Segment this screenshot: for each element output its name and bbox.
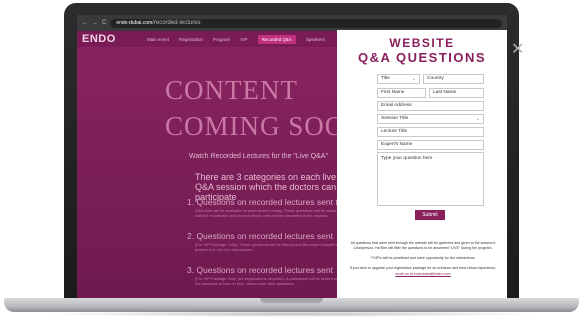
vip-note: **VIP's will be prioritized and have opp… xyxy=(370,256,476,260)
nav-item-main-event[interactable]: Main event xyxy=(147,37,169,42)
lecture-title-field[interactable]: Lecture Title xyxy=(377,127,484,137)
info-note: All questions that were sent through the… xyxy=(350,241,496,250)
email-link[interactable]: email us at endodubai@index.com xyxy=(395,272,450,276)
nav-item-speakers[interactable]: Speakers xyxy=(306,37,325,42)
watch-text: Watch Recorded Lectures for the "Live Q&… xyxy=(189,153,328,160)
back-icon[interactable]: ← xyxy=(82,20,88,26)
browser-toolbar: ← → C endo-dubai.com/recorded-lectures xyxy=(77,15,507,31)
email-field[interactable]: Email Address xyxy=(377,101,484,111)
site-logo[interactable]: ENDO xyxy=(77,33,147,45)
upgrade-note: If you wish to upgrade your registration… xyxy=(349,266,497,270)
email-link-wrapper: email us at endodubai@index.com xyxy=(349,272,497,277)
category-description: (For VIP Package Only). These questions … xyxy=(195,242,342,252)
modal-title-line2: Q&A QUESTIONS xyxy=(357,50,487,65)
hero-title-line1: CONTENT xyxy=(165,75,298,105)
laptop-notch xyxy=(260,298,323,303)
laptop-shadow xyxy=(40,311,543,317)
chevron-down-icon: ⌄ xyxy=(411,76,416,82)
nav-item-recorded-qa[interactable]: Recorded Q&A xyxy=(257,34,296,44)
title-select-value: Title xyxy=(381,76,390,81)
session-title-value: Session Title xyxy=(381,116,409,121)
session-title-select[interactable]: Session Title ⌄ xyxy=(377,114,484,124)
url-path: /recorded-lectures xyxy=(152,19,201,26)
reload-icon[interactable]: C xyxy=(102,20,106,26)
last-name-field[interactable]: Last Name xyxy=(429,88,484,98)
first-name-field[interactable]: First Name xyxy=(377,88,426,98)
laptop-mockup: ← → C endo-dubai.com/recorded-lectures E… xyxy=(0,0,583,327)
country-field[interactable]: Country xyxy=(423,74,484,84)
address-bar[interactable]: endo-dubai.com/recorded-lectures xyxy=(110,18,502,28)
nav-item-registration[interactable]: Registration xyxy=(179,37,203,42)
title-select[interactable]: Title ⌄ xyxy=(377,74,420,84)
expert-name-field[interactable]: Expert's Name xyxy=(377,140,484,150)
qa-form-modal: WEBSITE Q&A QUESTIONS Title ⌄ Country Fir… xyxy=(337,30,507,300)
url-host: endo-dubai.com xyxy=(116,19,153,26)
category-description: Q&A form will be available on each lectu… xyxy=(195,208,339,218)
chevron-down-icon: ⌄ xyxy=(475,116,480,122)
submit-button[interactable]: Submit xyxy=(415,210,445,220)
hero-title-line2: COMING SOON xyxy=(165,111,366,141)
close-icon[interactable]: ✕ xyxy=(511,42,524,58)
forward-icon[interactable]: → xyxy=(92,20,98,26)
question-textarea[interactable]: Type your question here xyxy=(377,152,484,206)
nav-item-vip[interactable]: VIP xyxy=(240,37,247,42)
category-description: (For VIP Package Only, pre-registrations… xyxy=(195,276,345,286)
modal-title-line1: WEBSITE xyxy=(389,36,455,50)
nav-item-program[interactable]: Program xyxy=(213,37,230,42)
